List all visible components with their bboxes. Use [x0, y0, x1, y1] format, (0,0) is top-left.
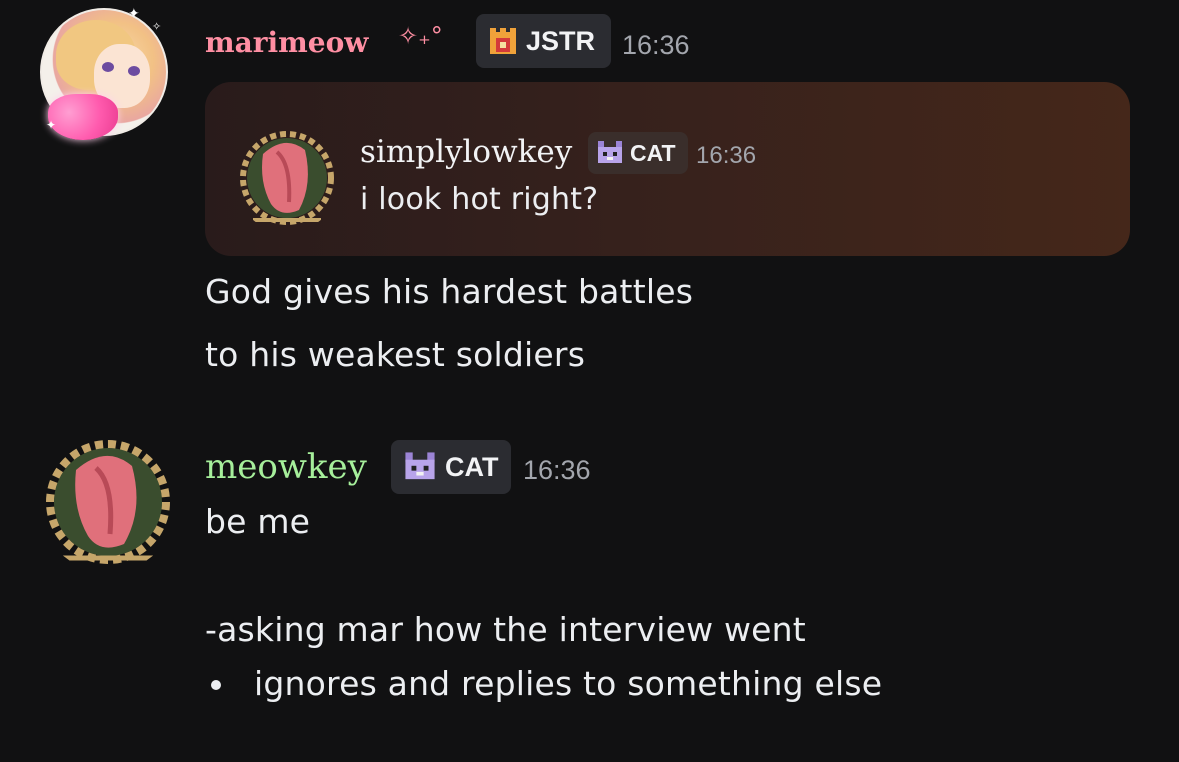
guild-tag-label: JSTR: [526, 25, 596, 56]
pixel-cat-icon: [405, 452, 435, 480]
avatar-eye: [102, 62, 114, 72]
pixel-cat-icon: [598, 141, 622, 163]
laurel-avatar-icon: [46, 440, 170, 564]
message-timestamp[interactable]: 16:36: [622, 30, 690, 61]
message-line: be me: [205, 502, 311, 541]
sparkle-icon: ✦: [46, 118, 57, 132]
username-marimeow[interactable]: marimeow: [205, 26, 368, 59]
quoted-timestamp: 16:36: [696, 142, 757, 169]
guild-tag-label: CAT: [630, 139, 676, 166]
castle-icon: [490, 28, 516, 54]
message-line: to his weakest soldiers: [205, 335, 586, 374]
message-marimeow: ✦ ✧ ✦ marimeow ✧₊° JSTR 16:36 simplylowk…: [0, 0, 1179, 400]
laurel-avatar-icon: [240, 131, 334, 225]
heart-decoration-icon: [48, 94, 118, 140]
avatar-meowkey[interactable]: [38, 432, 178, 572]
sparkle-icon: ✦: [128, 6, 140, 22]
guild-tag-badge[interactable]: CAT: [391, 440, 511, 494]
quoted-username[interactable]: simplylowkey: [360, 134, 572, 170]
guild-tag-badge[interactable]: JSTR: [476, 14, 611, 68]
guild-tag-label: CAT: [445, 451, 499, 482]
message-timestamp[interactable]: 16:36: [523, 455, 591, 486]
quoted-message[interactable]: simplylowkey CAT 16:36 i look hot right?: [205, 82, 1130, 256]
username-meowkey[interactable]: meowkey: [205, 447, 367, 487]
avatar-eye: [128, 66, 140, 76]
guild-tag-badge[interactable]: CAT: [588, 132, 688, 174]
sparkle-icon: ✧: [152, 20, 162, 33]
bullet-text: ignores and replies to something else: [254, 664, 883, 703]
bullet-point: [211, 680, 221, 690]
message-line: -asking mar how the interview went: [205, 610, 806, 649]
avatar-simplylowkey[interactable]: [233, 124, 341, 232]
username-decoration: ✧₊°: [398, 22, 443, 50]
avatar-marimeow[interactable]: ✦ ✧ ✦: [40, 6, 168, 140]
message-line: God gives his hardest battles: [205, 272, 694, 311]
quoted-message-text: i look hot right?: [360, 182, 599, 217]
